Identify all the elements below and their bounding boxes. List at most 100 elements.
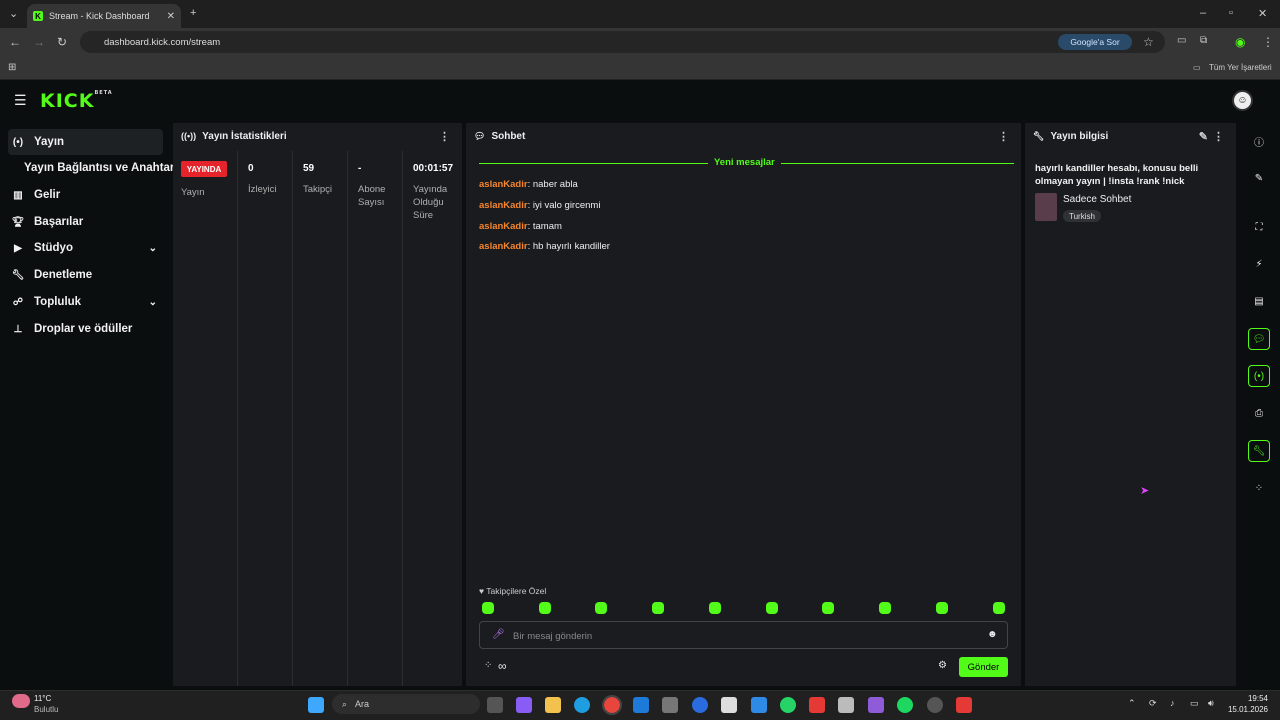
sidebar-item-gelir[interactable]: ▥ Gelir — [8, 182, 163, 208]
sidebar-item-denetleme[interactable]: 🔧︎ Denetleme — [8, 262, 163, 288]
volume-icon[interactable]: 🔊︎ — [1208, 698, 1214, 709]
chevron-down-icon[interactable]: ⌄ — [149, 297, 157, 308]
category-name[interactable]: Sadece Sohbet — [1063, 194, 1131, 205]
kick-header: ☰ — [0, 80, 1280, 122]
viewers-label: İzleyici — [248, 184, 277, 195]
apps-grid-icon[interactable]: ⊞ — [8, 62, 16, 73]
wrench-toggle-icon[interactable]: 🔧︎ — [1248, 440, 1270, 462]
broadcast-icon: (•) — [12, 136, 24, 148]
emote-icon[interactable] — [766, 602, 778, 614]
infinity-icon[interactable]: ∞ — [498, 659, 507, 673]
sync-icon[interactable]: ⟳ — [1149, 698, 1157, 709]
emote-icon[interactable] — [652, 602, 664, 614]
document-icon[interactable]: ▤ — [1248, 290, 1270, 312]
edge-icon[interactable] — [574, 697, 590, 713]
taskbar-search[interactable]: ⌕ Ara — [332, 694, 480, 714]
vscode-icon[interactable] — [751, 697, 767, 713]
emote-icon[interactable] — [482, 602, 494, 614]
app-icon[interactable] — [721, 697, 737, 713]
emoji-icon[interactable]: ☻ — [987, 629, 998, 640]
whatsapp-icon[interactable] — [780, 697, 796, 713]
share-nodes-icon[interactable]: ⁘ — [1248, 477, 1270, 499]
sidebar-item-droplar[interactable]: ⊥ Droplar ve ödüller — [8, 316, 163, 342]
stats-menu-icon[interactable]: ⋮ — [439, 130, 450, 143]
send-button[interactable]: Gönder — [959, 657, 1008, 677]
stream-info-menu-icon[interactable]: ⋮ — [1213, 130, 1224, 143]
store-icon[interactable] — [662, 697, 678, 713]
emote-icon[interactable] — [993, 602, 1005, 614]
new-tab-icon[interactable]: + — [190, 7, 196, 19]
subs-label: Abone Sayısı — [358, 184, 386, 208]
browser-tab[interactable]: K Stream - Kick Dashboard ✕ — [27, 4, 181, 28]
task-view-icon[interactable] — [487, 697, 503, 713]
kick-logo[interactable]: KICKBETA — [40, 90, 113, 112]
hamburger-menu-icon[interactable]: ☰ — [14, 92, 27, 109]
chat-toggle-icon[interactable]: 💬︎ — [1248, 328, 1270, 350]
app-icon[interactable] — [956, 697, 972, 713]
app-icon[interactable] — [838, 697, 854, 713]
maximize-icon[interactable]: ▫ — [1229, 7, 1233, 19]
outlook-icon[interactable] — [633, 697, 649, 713]
network-icon[interactable]: ▭ — [1190, 698, 1199, 709]
sidebar-item-topluluk[interactable]: ☍ Topluluk ⌄ — [8, 289, 163, 315]
edit-icon[interactable]: ✎ — [1248, 167, 1270, 189]
cast-icon[interactable]: ▭ — [1177, 35, 1186, 46]
chevron-down-icon[interactable]: ⌄ — [149, 243, 157, 254]
windows-start-icon[interactable] — [308, 697, 324, 713]
visual-studio-icon[interactable] — [868, 697, 884, 713]
url-input[interactable]: dashboard.kick.com/stream — [80, 31, 1165, 53]
app-icon[interactable] — [692, 697, 708, 713]
profile-icon[interactable]: ◉ — [1235, 35, 1245, 49]
weather-icon[interactable] — [12, 694, 30, 708]
chat-settings-gear-icon[interactable]: ⚙ — [938, 660, 947, 671]
spotify-icon[interactable] — [897, 697, 913, 713]
emote-icon[interactable] — [539, 602, 551, 614]
emote-icon[interactable] — [822, 602, 834, 614]
chat-menu-icon[interactable]: ⋮ — [998, 130, 1009, 143]
app-icon[interactable] — [809, 697, 825, 713]
emote-icon[interactable] — [879, 602, 891, 614]
reload-icon[interactable]: ↻ — [57, 35, 67, 49]
emote-icon[interactable] — [936, 602, 948, 614]
chat-username[interactable]: aslanKadir — [479, 179, 528, 190]
broadcast-toggle-icon[interactable]: (•) — [1248, 365, 1270, 387]
browser-menu-icon[interactable]: ⋮ — [1262, 35, 1274, 49]
taskbar-date[interactable]: 15.01.2026 — [1222, 705, 1268, 714]
microphone-icon[interactable]: 🎤︎ — [492, 629, 505, 640]
tray-overflow-icon[interactable]: ⌃ — [1128, 698, 1136, 709]
chat-username[interactable]: aslanKadir — [479, 200, 528, 211]
sidebar-item-stream-key[interactable]: Yayın Bağlantısı ve Anahtarı — [24, 155, 179, 181]
all-bookmarks-link[interactable]: Tüm Yer İşaretleri — [1209, 63, 1272, 72]
minimize-icon[interactable]: – — [1200, 7, 1206, 19]
google-sor-button[interactable]: Google'a Sor — [1058, 34, 1132, 50]
printer-icon[interactable]: ⎙ — [1248, 402, 1270, 424]
edit-pencil-icon[interactable]: ✎ — [1199, 130, 1208, 143]
share-icon[interactable]: ⁘ — [484, 660, 492, 671]
chrome-icon[interactable] — [602, 695, 622, 715]
chat-username[interactable]: aslanKadir — [479, 221, 528, 232]
close-window-icon[interactable]: ✕ — [1258, 7, 1267, 20]
fullscreen-icon[interactable]: ⛶ — [1248, 216, 1270, 238]
info-icon[interactable]: ⓘ — [1248, 130, 1270, 152]
bookmark-star-icon[interactable]: ☆ — [1143, 35, 1154, 49]
chat-username[interactable]: aslanKadir — [479, 241, 528, 252]
emote-icon[interactable] — [595, 602, 607, 614]
file-explorer-icon[interactable] — [545, 697, 561, 713]
lightning-icon[interactable]: ⚡︎ — [1248, 253, 1270, 275]
emote-icon[interactable] — [709, 602, 721, 614]
microphone-tray-icon[interactable]: ♪ — [1170, 698, 1175, 708]
sidebar-item-yayin[interactable]: (•) Yayın — [8, 129, 163, 155]
extensions-icon[interactable]: ⧉ — [1200, 35, 1207, 46]
sidebar-item-basarilar[interactable]: 🏆︎ Başarılar — [8, 209, 163, 235]
close-tab-icon[interactable]: ✕ — [167, 11, 175, 22]
chat-input[interactable]: 🎤︎ Bir mesaj gönderin ☻ — [479, 621, 1008, 649]
forward-icon[interactable]: → — [33, 35, 45, 49]
app-icon[interactable] — [927, 697, 943, 713]
back-icon[interactable]: ← — [9, 35, 21, 49]
user-avatar[interactable]: ☺ — [1232, 90, 1253, 111]
taskbar-time[interactable]: 19:54 — [1228, 694, 1268, 703]
copilot-icon[interactable] — [516, 697, 532, 713]
tab-list-icon[interactable]: ⌄ — [9, 7, 18, 20]
wrench-icon: 🔧︎ — [1033, 130, 1045, 141]
sidebar-item-studyo[interactable]: ▶ Stüdyo ⌄ — [8, 235, 163, 261]
